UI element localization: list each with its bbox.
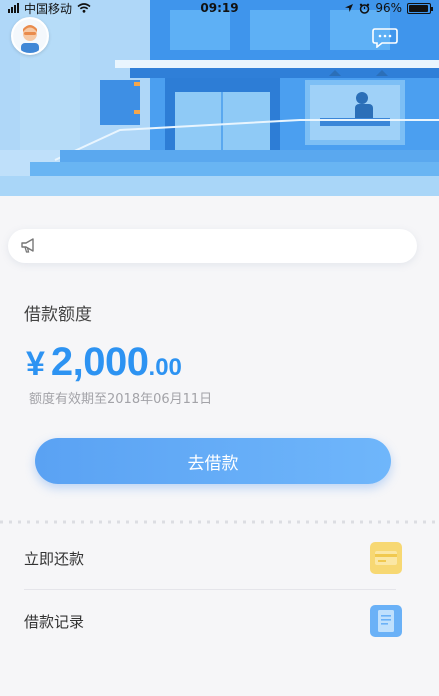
- credit-validity: 额度有效期至2018年06月11日: [29, 392, 213, 407]
- battery-icon: [407, 2, 433, 14]
- user-avatar-button[interactable]: [11, 17, 49, 55]
- list-item-history[interactable]: 借款记录: [24, 591, 402, 651]
- location-arrow-icon: [345, 4, 354, 12]
- action-list: 立即还款 借款记录: [0, 526, 439, 696]
- user-avatar-icon: [13, 19, 47, 53]
- list-divider: [24, 589, 396, 590]
- card-icon: [370, 542, 402, 574]
- wifi-icon: [77, 3, 91, 13]
- credit-limit-title: 借款额度: [24, 305, 92, 325]
- amount-decimal: .00: [148, 354, 182, 381]
- notice-bar[interactable]: [8, 229, 417, 263]
- battery-percent: 96%: [375, 1, 402, 15]
- megaphone-icon: [21, 238, 34, 253]
- signal-icon: [8, 3, 19, 13]
- list-item-label: 借款记录: [24, 612, 85, 631]
- currency-symbol: ¥: [26, 345, 45, 383]
- clock: 09:19: [200, 1, 239, 15]
- message-button[interactable]: [372, 28, 398, 49]
- status-bar: 中国移动 09:19 96%: [0, 0, 439, 16]
- list-item-label: 立即还款: [24, 549, 85, 568]
- borrow-button[interactable]: 去借款: [35, 438, 391, 484]
- alarm-icon: [360, 3, 370, 14]
- amount-integer: 2,000: [50, 340, 149, 384]
- list-item-repay[interactable]: 立即还款: [24, 528, 402, 588]
- credit-amount: ¥ 2,000 .00: [26, 340, 182, 385]
- chat-bubble-icon: [372, 28, 398, 49]
- document-icon: [370, 605, 402, 637]
- carrier-label: 中国移动: [24, 1, 73, 16]
- section-divider: [0, 520, 439, 524]
